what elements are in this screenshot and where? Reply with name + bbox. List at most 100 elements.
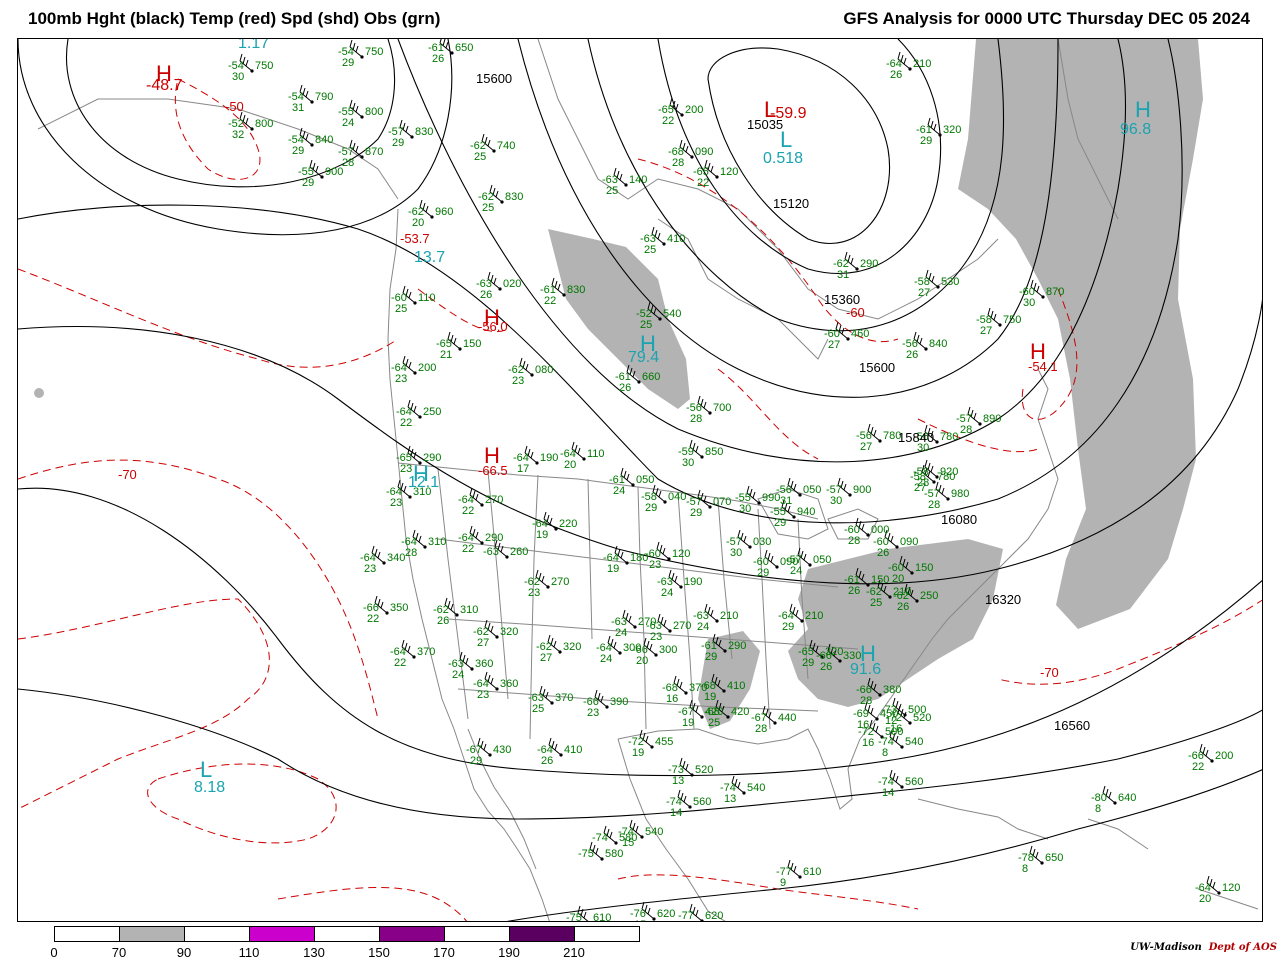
station-dot (382, 561, 386, 565)
station-dot (450, 51, 454, 55)
obs-dewpoint: 28 (672, 157, 684, 169)
obs-height: 560 (693, 796, 711, 808)
obs-dewpoint: 20 (892, 573, 904, 585)
obs-dewpoint: 14 (882, 787, 894, 799)
station-dot (742, 791, 746, 795)
station-dot (588, 921, 591, 922)
station-dot (600, 857, 604, 861)
station-dot (888, 595, 892, 599)
obs-dewpoint: 26 (619, 382, 631, 394)
station-plot: -63 14025 (602, 174, 647, 197)
obs-dewpoint: 10 (682, 921, 694, 922)
chart-title: 100mb Hght (black) Temp (red) Spd (shd) … (28, 9, 441, 28)
station-plot: -63 27023 (646, 620, 691, 643)
obs-dewpoint: 23 (650, 631, 662, 643)
obs-height: 200 (685, 104, 703, 116)
obs-height: 110 (587, 448, 605, 460)
obs-height: 340 (387, 552, 405, 564)
station-plot: -54 75029 (338, 46, 383, 69)
station-plot: -55 90029 (298, 166, 343, 189)
obs-height: 790 (315, 91, 333, 103)
obs-height: 440 (778, 712, 796, 724)
station-plot: -58 75027 (976, 314, 1021, 337)
obs-height: 050 (803, 484, 821, 496)
temp-label: -70 (118, 467, 137, 482)
obs-height: 310 (460, 604, 478, 616)
station-dot (498, 287, 502, 291)
station-plot: -64 18019 (603, 552, 648, 575)
obs-dewpoint: 23 (395, 373, 407, 385)
station-dot (360, 115, 364, 119)
obs-height: 610 (803, 866, 821, 878)
station-dot (413, 371, 417, 375)
obs-dewpoint: 27 (477, 637, 489, 649)
obs-height: 540 (747, 782, 765, 794)
obs-dewpoint: 24 (615, 627, 627, 639)
obs-height: 750 (255, 60, 273, 72)
obs-dewpoint: 25 (532, 703, 544, 715)
obs-dewpoint: 26 (906, 349, 918, 361)
obs-dewpoint: 30 (1023, 297, 1035, 309)
station-plot: -66 39023 (583, 696, 628, 719)
obs-height: 540 (645, 826, 663, 838)
station-dot (562, 293, 566, 297)
station-dot (838, 659, 842, 663)
obs-height: 270 (673, 620, 691, 632)
station-dot (360, 55, 364, 59)
border-us-canada (397, 462, 819, 520)
obs-height: 750 (1003, 314, 1021, 326)
obs-height: 900 (853, 484, 871, 496)
obs-dewpoint: 30 (830, 495, 842, 507)
obs-dewpoint: 24 (452, 669, 464, 681)
obs-dewpoint: 26 (820, 661, 832, 673)
station-plot: -57 87028 (338, 146, 383, 169)
station-plot: -56 05031 (776, 484, 821, 507)
obs-height: 800 (255, 118, 273, 130)
obs-dewpoint: 22 (394, 657, 406, 669)
station-plot: -74 56014 (666, 796, 711, 819)
station-plot: -62 29031 (833, 258, 878, 281)
station-dot (582, 457, 586, 461)
station-dot (848, 493, 852, 497)
obs-height: 620 (705, 910, 723, 922)
station-plot: -67 44028 (751, 712, 796, 735)
obs-dewpoint: 20 (1199, 893, 1211, 905)
obs-dewpoint: 26 (432, 53, 444, 65)
obs-dewpoint: 28 (960, 424, 972, 436)
station-plot: -62 32027 (473, 626, 518, 649)
temp-label: -70 (1040, 665, 1059, 680)
station-dot (310, 100, 314, 104)
obs-height: 150 (463, 338, 481, 350)
station-plot: -77 6109 (776, 866, 821, 889)
obs-dewpoint: 29 (470, 755, 482, 767)
obs-dewpoint: 25 (482, 202, 494, 214)
obs-dewpoint: 27 (540, 652, 552, 664)
obs-height: 830 (567, 284, 585, 296)
obs-dewpoint: 19 (607, 563, 619, 575)
station-dot (680, 113, 684, 117)
obs-height: 560 (905, 776, 923, 788)
station-dot (624, 183, 628, 187)
legend-swatch (575, 927, 639, 941)
station-dot (408, 495, 412, 499)
station-dot (668, 629, 672, 633)
obs-dewpoint: 26 (480, 289, 492, 301)
obs-height: 030 (753, 536, 771, 548)
station-plot: -72 45519 (628, 736, 673, 759)
station-plot: -75 610 (566, 912, 611, 922)
station-plot: -7762010 (678, 910, 723, 922)
obs-height: 300 (659, 644, 677, 656)
station-dot (773, 721, 777, 725)
obs-dewpoint: 29 (705, 651, 717, 663)
obs-dewpoint: 28 (928, 499, 940, 511)
obs-height: 540 (905, 736, 923, 748)
obs-height: 120 (672, 548, 690, 560)
obs-dewpoint: 20 (564, 459, 576, 471)
station-dot (495, 687, 499, 691)
obs-height: 250 (920, 590, 938, 602)
obs-temp: -75 (578, 848, 594, 860)
station-plot: -64 22019 (532, 518, 577, 541)
obs-height: 520 (913, 712, 931, 724)
obs-height: 050 (813, 554, 831, 566)
station-dot (715, 175, 719, 179)
